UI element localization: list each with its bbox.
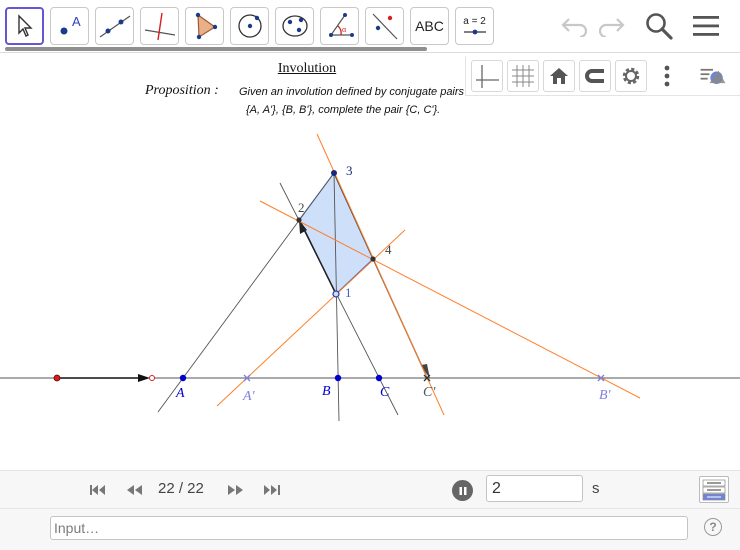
cursor-arrow-icon xyxy=(17,14,33,37)
point-B[interactable] xyxy=(334,374,342,382)
label-3: 3 xyxy=(346,163,353,178)
graphics-style-bar xyxy=(465,56,740,96)
label-C-prime: C′ xyxy=(423,385,436,400)
point-2[interactable] xyxy=(296,217,302,223)
point-A[interactable] xyxy=(179,374,187,382)
animation-bar: 22 / 22 s xyxy=(0,470,740,508)
undo-icon xyxy=(561,18,588,37)
label-A: A xyxy=(175,386,185,401)
home-icon xyxy=(550,68,568,84)
menu-icon xyxy=(693,16,719,36)
label-B-prime: B′ xyxy=(599,388,612,403)
grid-icon xyxy=(512,65,534,87)
point-icon: A xyxy=(60,14,81,35)
reflect-tool-button[interactable] xyxy=(365,7,404,45)
text-tool-label: ABC xyxy=(415,18,444,34)
circle-tool-button[interactable] xyxy=(230,7,269,45)
orange-line-B-prime[interactable] xyxy=(259,200,641,399)
geogebra-app: A α ABC a = 2 A A′ B C C′ B′ 1 2 3 4 Inv… xyxy=(0,0,740,550)
slider-vector-arrowhead xyxy=(138,374,150,382)
proposition-label: Proposition : xyxy=(145,83,219,98)
point-4[interactable] xyxy=(370,256,376,262)
search-icon xyxy=(646,13,673,40)
undo-button[interactable] xyxy=(558,10,592,42)
point-tool-button[interactable]: A xyxy=(50,7,89,45)
slider-tool-button[interactable]: a = 2 xyxy=(455,7,494,45)
axes-toggle-button[interactable] xyxy=(471,60,503,92)
slider-end-point[interactable] xyxy=(149,375,155,381)
more-vert-icon xyxy=(664,65,670,87)
slider-start-point[interactable] xyxy=(53,374,61,382)
proposition-text-line-1: Given an involution defined by conjugate… xyxy=(239,86,465,98)
label-4: 4 xyxy=(385,242,392,257)
home-view-button[interactable] xyxy=(543,60,575,92)
line-icon xyxy=(99,15,130,38)
pause-icon xyxy=(459,486,466,495)
point-tool-glyph: A xyxy=(72,14,81,29)
svg-text:α: α xyxy=(342,25,347,34)
graphics-view[interactable]: A A′ B C C′ B′ 1 2 3 4 Involution Propos… xyxy=(0,52,740,470)
perpendicular-line-icon xyxy=(144,12,175,41)
polygon-tool-button[interactable] xyxy=(185,7,224,45)
redo-icon xyxy=(598,18,625,37)
point-C[interactable] xyxy=(375,374,383,382)
text-tool-button[interactable]: ABC xyxy=(410,7,449,45)
label-B: B xyxy=(322,384,331,399)
ellipse-icon xyxy=(281,15,308,37)
label-A-prime: A′ xyxy=(242,389,256,404)
angle-tool-button[interactable]: α xyxy=(320,7,359,45)
last-step-button[interactable] xyxy=(262,482,282,498)
help-icon[interactable]: ? xyxy=(704,518,722,536)
next-step-button[interactable] xyxy=(226,482,246,498)
animation-speed-input[interactable] xyxy=(486,475,583,502)
graphics-settings-button[interactable] xyxy=(615,60,647,92)
algebra-view-toggle[interactable] xyxy=(699,476,729,503)
previous-step-button[interactable] xyxy=(124,482,144,498)
first-step-button[interactable] xyxy=(88,482,108,498)
algebra-table-icon xyxy=(702,479,726,500)
angle-icon: α xyxy=(328,13,354,37)
more-options-button[interactable] xyxy=(651,60,683,92)
magnet-icon xyxy=(585,69,604,83)
circle-icon xyxy=(237,14,262,38)
search-button[interactable] xyxy=(642,10,676,42)
perpendicular-line-tool-button[interactable] xyxy=(140,7,179,45)
line-tool-button[interactable] xyxy=(95,7,134,45)
slider-tool-label: a = 2 xyxy=(463,16,486,27)
label-2: 2 xyxy=(298,200,305,215)
input-bar: ? xyxy=(0,508,740,550)
skip-last-icon xyxy=(264,485,280,495)
style-bar-toggle-icon xyxy=(700,68,726,84)
main-toolbar: A α ABC a = 2 xyxy=(0,0,740,51)
toolbar-scrollbar[interactable] xyxy=(5,47,427,51)
point-1[interactable] xyxy=(332,290,340,298)
fast-forward-icon xyxy=(228,485,243,495)
skip-first-icon xyxy=(90,485,105,495)
redo-button[interactable] xyxy=(594,10,628,42)
main-menu-button[interactable] xyxy=(689,10,723,42)
axes-icon xyxy=(476,65,499,88)
point-capturing-button[interactable] xyxy=(579,60,611,92)
reflect-icon xyxy=(372,13,397,40)
label-1: 1 xyxy=(345,285,352,300)
algebra-input-field[interactable] xyxy=(50,516,688,540)
speed-unit-label: s xyxy=(592,480,600,497)
move-tool-button[interactable] xyxy=(5,7,44,45)
pause-button[interactable] xyxy=(452,480,473,501)
ellipse-tool-button[interactable] xyxy=(275,7,314,45)
polygon-icon xyxy=(195,12,217,40)
grid-toggle-button[interactable] xyxy=(507,60,539,92)
gear-icon xyxy=(622,67,640,85)
style-bar-toggle-button[interactable] xyxy=(697,60,729,92)
frame-counter: 22 / 22 xyxy=(158,480,204,497)
label-C: C xyxy=(380,385,390,400)
rewind-icon xyxy=(127,485,142,495)
point-3[interactable] xyxy=(331,170,337,176)
proposition-text-line-2: {A, A'}, {B, B'}, complete the pair {C, … xyxy=(246,104,441,116)
